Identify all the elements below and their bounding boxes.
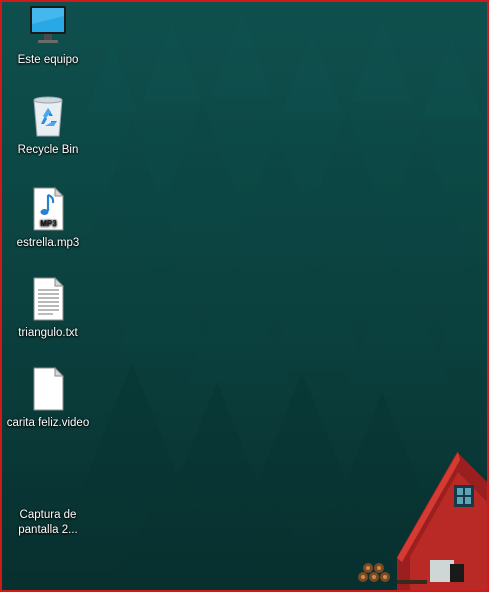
- mp3-file-icon: MP3: [33, 187, 65, 231]
- blank-file-icon: [33, 367, 65, 411]
- text-file-icon: [33, 277, 65, 321]
- desktop-icon-este-equipo[interactable]: Este equipo: [5, 4, 91, 68]
- desktop-icon-label: carita feliz.video: [6, 417, 90, 429]
- desktop-icon-recycle-bin[interactable]: Recycle Bin: [5, 94, 91, 158]
- desktop-icon-estrella-mp3[interactable]: MP3 estrella.mp3: [5, 187, 91, 251]
- desktop-icon-triangulo-txt[interactable]: triangulo.txt: [5, 277, 91, 341]
- recycle-bin-icon: [33, 96, 63, 137]
- desktop-icon-label: triangulo.txt: [18, 327, 78, 339]
- mp3-badge: MP3: [40, 219, 57, 228]
- desktop[interactable]: Este equipo Recycle Bin MP3 estrella.mp3: [0, 0, 489, 592]
- desktop-icon-label: estrella.mp3: [16, 237, 80, 249]
- desktop-icon-label: Este equipo: [17, 54, 79, 66]
- desktop-icon-carita-feliz-video[interactable]: carita feliz.video: [5, 367, 91, 431]
- desktop-icon-label: Captura de pantalla 2...: [18, 509, 78, 536]
- monitor-icon: [30, 6, 66, 43]
- desktop-icon-label: Recycle Bin: [17, 144, 79, 156]
- desktop-icon-captura-de-pantalla[interactable]: Captura de pantalla 2...: [5, 459, 91, 538]
- screenshot-file-icon: [28, 459, 68, 503]
